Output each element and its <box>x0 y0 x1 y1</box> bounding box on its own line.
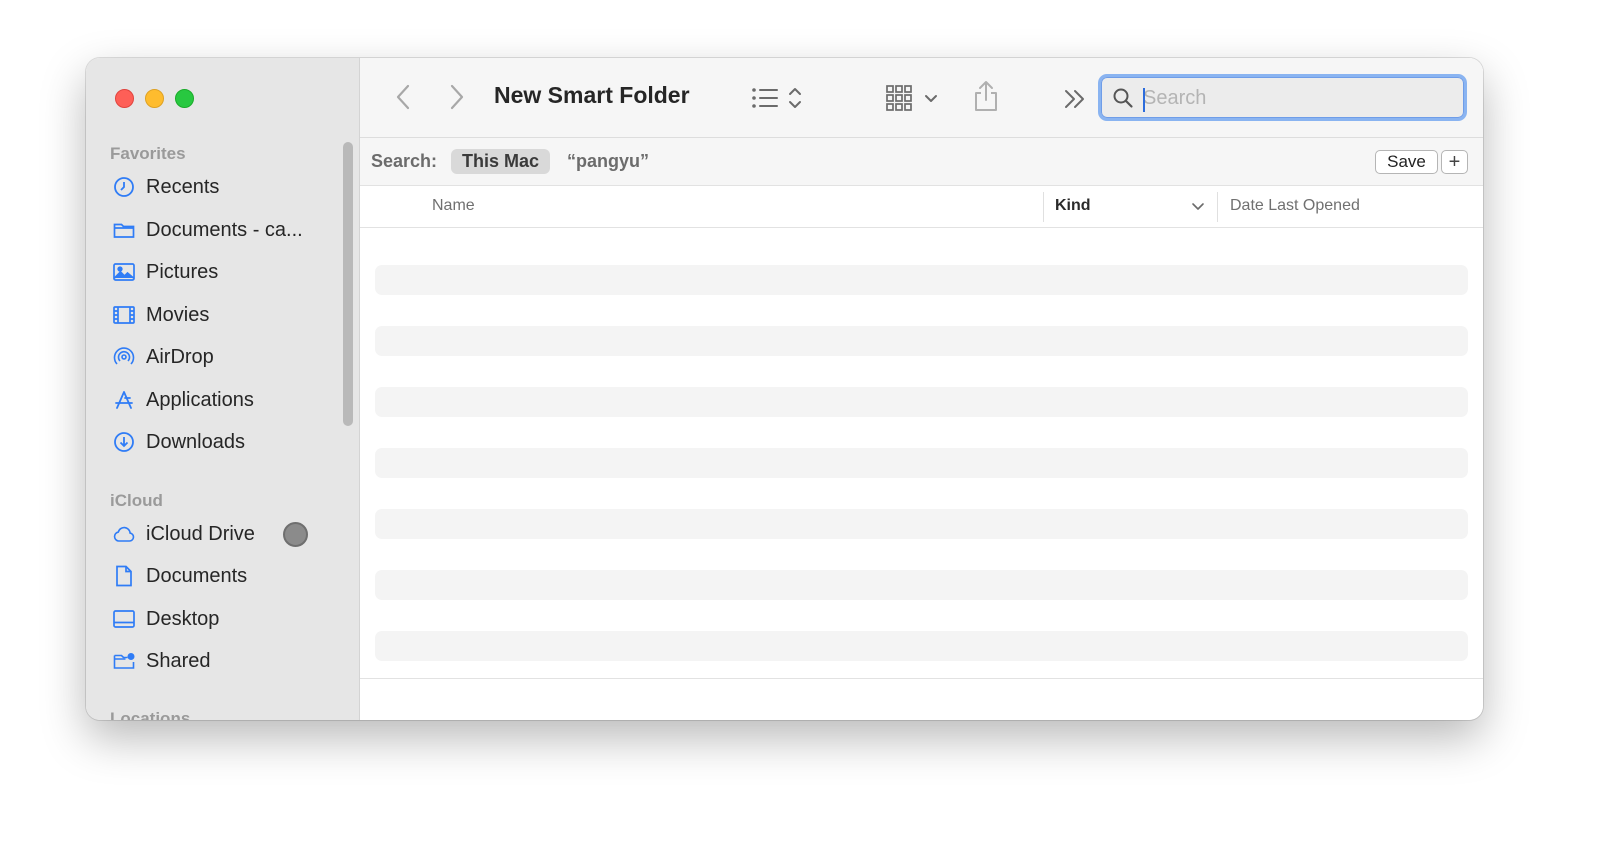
sidebar-item-label: Applications <box>146 388 254 411</box>
sidebar-item-label: Movies <box>146 303 210 326</box>
scope-label: Search: <box>371 151 438 171</box>
list-row-placeholder <box>375 265 1468 295</box>
scope-search-term[interactable]: “pangyu” <box>567 151 649 172</box>
sidebar-item-label: Desktop <box>146 607 220 630</box>
list-view-icon <box>752 88 801 108</box>
share-button[interactable] <box>972 78 1000 114</box>
column-divider[interactable] <box>1043 192 1044 222</box>
desktop-icon <box>112 607 136 631</box>
photo-icon <box>112 260 136 284</box>
list-row-placeholder <box>375 387 1468 417</box>
toolbar-overflow-button[interactable] <box>1062 86 1088 112</box>
sync-progress-icon <box>283 522 308 547</box>
main-pane: New Smart Folder Search Search: This Mac… <box>360 58 1483 720</box>
sort-chevron-down-icon[interactable] <box>1191 202 1205 212</box>
download-icon <box>112 430 136 454</box>
sidebar-item-movies[interactable]: Movies <box>112 298 332 332</box>
window-title: New Smart Folder <box>494 82 690 108</box>
add-criteria-button[interactable]: + <box>1441 150 1468 174</box>
list-row-placeholder <box>375 570 1468 600</box>
finder-window: Favorites Recents Documents - ca... Pict… <box>86 58 1483 720</box>
back-button[interactable] <box>392 83 414 111</box>
airdrop-icon <box>112 345 136 369</box>
column-name[interactable]: Name <box>432 197 475 215</box>
sidebar-item-label: Pictures <box>146 260 219 283</box>
sidebar-item-documents-ca[interactable]: Documents - ca... <box>112 213 332 247</box>
list-row-placeholder <box>375 448 1468 478</box>
column-date-last-opened[interactable]: Date Last Opened <box>1230 197 1360 215</box>
sidebar-item-label: Documents <box>146 564 248 587</box>
sidebar-item-label: Documents - ca... <box>146 218 303 241</box>
save-search-button[interactable]: Save <box>1375 150 1438 174</box>
section-favorites: Favorites <box>110 144 186 163</box>
sidebar-item-shared[interactable]: Shared <box>112 644 332 678</box>
document-icon <box>112 564 136 588</box>
double-chevron-right-icon <box>1065 90 1084 108</box>
share-icon <box>975 81 997 111</box>
sidebar-item-label: Shared <box>146 649 211 672</box>
minimize-button[interactable] <box>145 89 164 108</box>
forward-button[interactable] <box>446 83 468 111</box>
clock-icon <box>112 175 136 199</box>
sidebar-item-desktop[interactable]: Desktop <box>112 602 332 636</box>
search-input[interactable] <box>1143 83 1443 113</box>
text-cursor <box>1143 88 1145 112</box>
view-options-button[interactable] <box>750 82 808 114</box>
sidebar-item-pictures[interactable]: Pictures <box>112 255 332 289</box>
section-locations: Locations <box>110 709 191 720</box>
zoom-button[interactable] <box>175 89 194 108</box>
applications-icon <box>112 388 136 412</box>
search-icon <box>1113 88 1133 108</box>
cloud-icon <box>112 522 136 546</box>
column-divider[interactable] <box>1217 192 1218 222</box>
sidebar-item-label: AirDrop <box>146 345 214 368</box>
chevron-left-icon <box>396 84 410 110</box>
column-kind[interactable]: Kind <box>1055 197 1091 215</box>
film-icon <box>112 303 136 327</box>
status-divider <box>360 678 1483 679</box>
close-button[interactable] <box>115 89 134 108</box>
list-row-placeholder <box>375 326 1468 356</box>
chevron-right-icon <box>450 84 464 110</box>
sidebar-item-applications[interactable]: Applications <box>112 383 332 417</box>
list-row-placeholder <box>375 509 1468 539</box>
sidebar-item-label: iCloud Drive <box>146 522 255 545</box>
grid-group-icon <box>886 85 937 111</box>
sidebar-item-recents[interactable]: Recents <box>112 170 332 204</box>
sidebar-item-downloads[interactable]: Downloads <box>112 425 332 459</box>
group-by-button[interactable] <box>884 82 942 114</box>
sidebar-item-label: Downloads <box>146 430 245 453</box>
shared-folder-icon <box>112 649 136 673</box>
search-scope-bar: Search: This Mac “pangyu” Save + <box>360 138 1483 186</box>
search-field[interactable] <box>1098 74 1467 121</box>
scope-this-mac[interactable]: This Mac <box>451 149 551 174</box>
sidebar: Favorites Recents Documents - ca... Pict… <box>86 58 360 720</box>
column-header: Name Kind Date Last Opened <box>360 186 1483 228</box>
sidebar-item-airdrop[interactable]: AirDrop <box>112 340 332 374</box>
window-controls <box>115 89 194 108</box>
list-row-placeholder <box>375 631 1468 661</box>
sidebar-item-documents[interactable]: Documents <box>112 559 332 593</box>
sidebar-scrollbar[interactable] <box>343 142 353 426</box>
folder-icon <box>112 218 136 242</box>
section-icloud: iCloud <box>110 491 163 510</box>
toolbar: New Smart Folder <box>360 58 1483 138</box>
sidebar-item-label: Recents <box>146 175 220 198</box>
